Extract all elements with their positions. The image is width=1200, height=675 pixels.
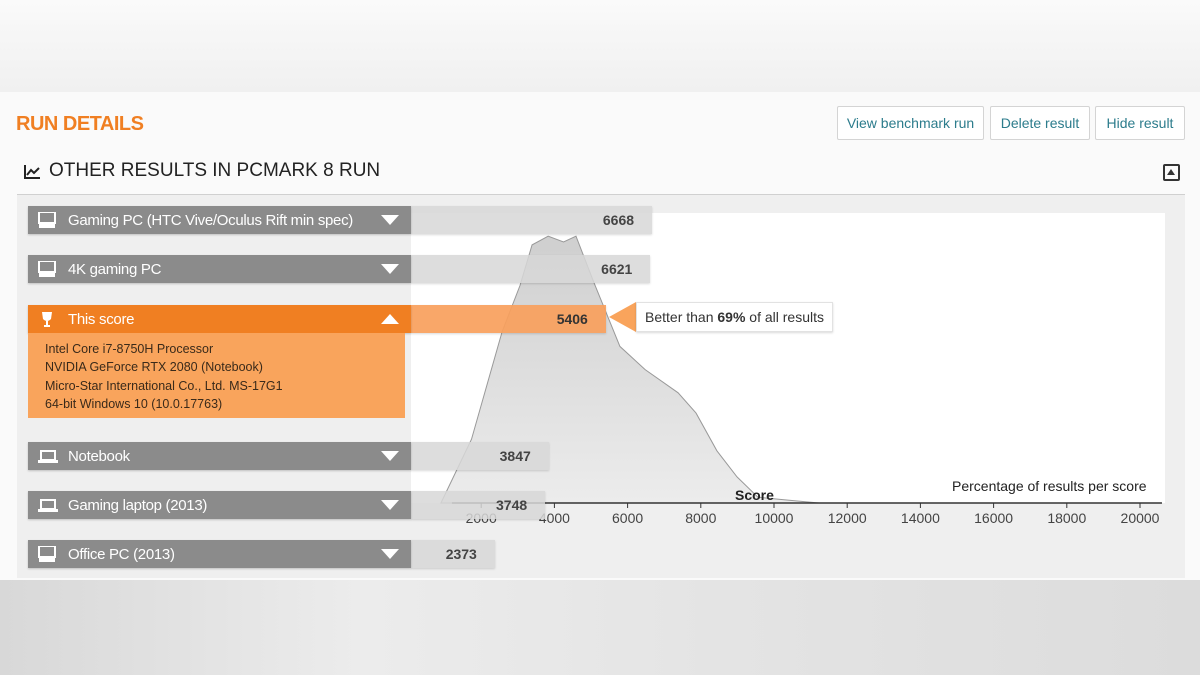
desktop-icon — [38, 545, 56, 562]
x-tick-label: 6000 — [612, 510, 643, 526]
y-axis-label: Percentage of results per score — [952, 478, 1147, 494]
result-row[interactable]: Office PC (2013) — [28, 540, 411, 568]
x-tick-label: 16000 — [974, 510, 1013, 526]
cpu-text: Intel Core i7-8750H Processor — [45, 342, 214, 356]
system-text: Micro-Star International Co., Ltd. MS-17… — [45, 378, 283, 393]
chevron-down-icon[interactable] — [381, 549, 399, 559]
result-row[interactable]: Gaming PC (HTC Vive/Oculus Rift min spec… — [28, 206, 411, 234]
this-score-details: Intel Core i7-8750H Processor NVIDIA GeF… — [28, 333, 405, 418]
score-bar: 5406 — [411, 305, 606, 333]
x-tick-label: 14000 — [901, 510, 940, 526]
callout-prefix: Better than — [645, 309, 718, 325]
result-row[interactable]: 4K gaming PC — [28, 255, 411, 283]
callout-arrow — [609, 302, 636, 332]
chevron-down-icon[interactable] — [381, 500, 399, 510]
trophy-icon — [38, 311, 56, 327]
chevron-down-icon[interactable] — [381, 264, 399, 274]
row-label: Notebook — [68, 447, 130, 465]
x-tick-label: 8000 — [685, 510, 716, 526]
result-row[interactable]: This score — [28, 305, 411, 333]
score-bar: 6621 — [411, 255, 651, 283]
row-label: This score — [68, 310, 135, 328]
x-tick-label: 12000 — [828, 510, 867, 526]
os-text: 64-bit Windows 10 (10.0.17763) — [45, 396, 223, 411]
score-bar: 6668 — [411, 206, 653, 234]
gpu-text: NVIDIA GeForce RTX 2080 (Notebook) — [45, 360, 263, 375]
x-tick-label: 20000 — [1121, 510, 1160, 526]
x-tick-label: 10000 — [755, 510, 794, 526]
result-row[interactable]: Notebook — [28, 442, 411, 470]
desktop-icon — [38, 260, 56, 277]
score-bar: 3847 — [411, 442, 549, 470]
callout-suffix: of all results — [745, 309, 825, 325]
chevron-down-icon[interactable] — [381, 215, 399, 225]
laptop-icon — [38, 448, 58, 464]
score-bar: 2373 — [411, 540, 495, 568]
x-tick-label: 18000 — [1047, 510, 1086, 526]
score-bar: 3748 — [411, 491, 546, 519]
row-label: Gaming laptop (2013) — [68, 496, 208, 514]
laptop-icon — [38, 497, 58, 513]
x-axis-label: Score — [735, 487, 774, 503]
row-label: Office PC (2013) — [68, 545, 175, 563]
chevron-down-icon[interactable] — [381, 451, 399, 461]
callout-percent: 69% — [717, 309, 746, 325]
desktop-icon — [38, 211, 56, 228]
chevron-up-icon[interactable] — [381, 314, 399, 324]
row-label: 4K gaming PC — [68, 260, 162, 278]
result-row[interactable]: Gaming laptop (2013) — [28, 491, 411, 519]
row-label: Gaming PC (HTC Vive/Oculus Rift min spec… — [68, 211, 353, 229]
percentile-callout: Better than 69% of all results — [636, 302, 834, 332]
